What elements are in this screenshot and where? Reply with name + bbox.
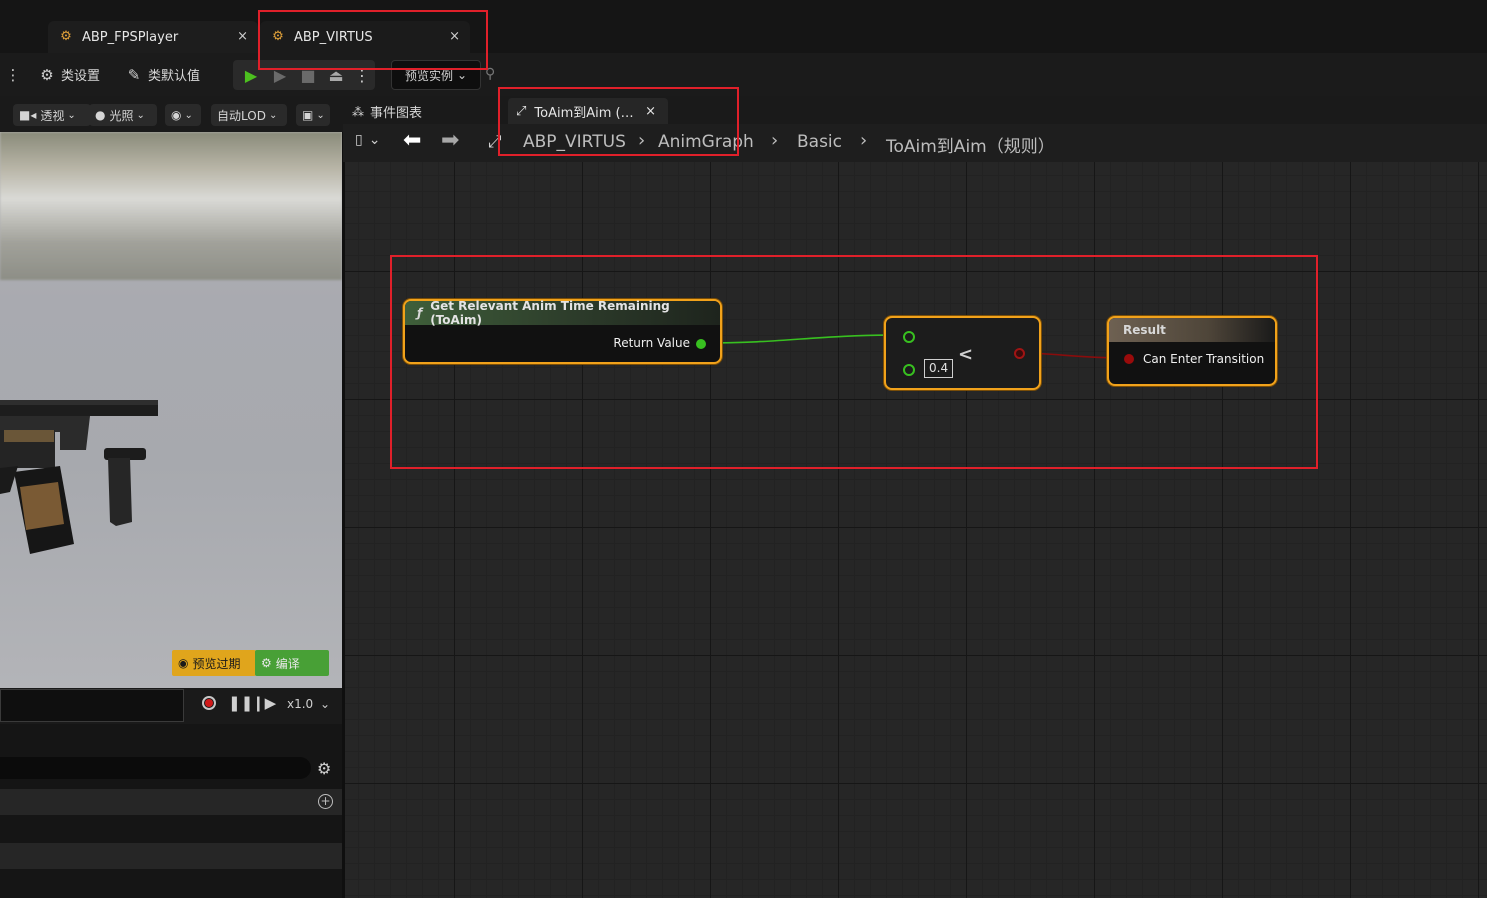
highlight-box <box>498 87 739 156</box>
timeline-scrubber[interactable] <box>0 689 184 722</box>
step-forward-icon[interactable]: ❙▶ <box>252 694 276 712</box>
chevron-down-icon: ⌄ <box>368 132 381 148</box>
add-icon[interactable]: + <box>318 794 333 809</box>
lighting-label: 光照 <box>109 108 134 123</box>
viewport-options-button[interactable]: ▣ ⌄ <box>296 104 330 126</box>
graph-icon: ⁂ <box>352 104 364 119</box>
forward-arrow-icon[interactable]: ➡ <box>441 128 459 153</box>
gear-icon: ⚙ <box>40 65 54 84</box>
bookmark-icon: ▯ <box>355 132 363 148</box>
record-button[interactable] <box>202 696 216 710</box>
toolbar-more-icon[interactable]: ⋮ <box>4 53 27 96</box>
record-icon <box>205 699 213 707</box>
lighting-button[interactable]: ● 光照 ⌄ <box>89 104 157 126</box>
perspective-label: 透视 <box>40 108 65 123</box>
back-arrow-icon[interactable]: ⬅ <box>403 128 421 153</box>
tab-label: ABP_FPSPlayer <box>82 29 179 45</box>
preview-viewport[interactable] <box>0 132 342 688</box>
speed-label: x1.0 <box>287 697 314 711</box>
chevron-down-icon: ⌄ <box>456 68 468 82</box>
anim-blueprint-icon: ⚙ <box>60 29 72 44</box>
lod-label: 自动LOD <box>217 108 266 123</box>
breadcrumb-item[interactable]: Basic <box>797 132 842 152</box>
chevron-down-icon: ⌄ <box>136 109 145 121</box>
preview-expired-badge: ◉ 预览过期 <box>172 650 256 676</box>
compile-button[interactable]: ⚙ 编译 <box>255 650 329 676</box>
perspective-button[interactable]: ■◂ 透视 ⌄ <box>13 104 91 126</box>
eye-icon: ◉ <box>171 108 182 122</box>
highlight-box <box>390 255 1318 469</box>
bookmark-dropdown[interactable]: ▯ ⌄ <box>355 132 380 148</box>
camera-icon: ■◂ <box>19 108 37 122</box>
lod-button[interactable]: 自动LOD ⌄ <box>211 104 287 126</box>
gear-icon: ⚙ <box>261 656 272 670</box>
class-settings-button[interactable]: ⚙ 类设置 <box>38 53 100 96</box>
settings-gear-icon[interactable]: ⚙ <box>317 759 331 778</box>
show-button[interactable]: ◉ ⌄ <box>165 104 201 126</box>
list-item[interactable] <box>0 843 342 869</box>
chevron-down-icon: ⌄ <box>184 109 193 121</box>
breadcrumb-item[interactable]: ToAim到Aim（规则） <box>886 132 1055 157</box>
class-defaults-button[interactable]: ✎ 类默认值 <box>125 53 200 96</box>
breadcrumb-separator-icon: › <box>771 130 779 151</box>
tab-event-graph-label: 事件图表 <box>370 106 423 121</box>
chevron-down-icon: ⌄ <box>316 109 325 121</box>
close-icon[interactable]: × <box>237 29 248 44</box>
edit-icon: ✎ <box>127 65 141 84</box>
preview-expired-label: 预览过期 <box>192 656 241 671</box>
chevron-down-icon: ⌄ <box>268 109 278 121</box>
search-input[interactable] <box>0 757 311 779</box>
playback-speed-dropdown[interactable]: x1.0 ⌄ <box>287 697 330 711</box>
image-icon: ▣ <box>302 108 314 122</box>
chevron-down-icon: ⌄ <box>67 109 76 121</box>
sphere-icon: ● <box>95 108 106 122</box>
tab-event-graph[interactable]: ⁂ 事件图表 <box>352 102 423 122</box>
breadcrumb-separator-icon: › <box>860 130 868 151</box>
pause-icon[interactable]: ❚❚ <box>228 694 253 712</box>
eye-icon: ◉ <box>178 656 189 670</box>
class-settings-label: 类设置 <box>61 69 101 84</box>
main-toolbar <box>0 53 1487 96</box>
class-defaults-label: 类默认值 <box>148 69 201 84</box>
list-item[interactable] <box>0 789 342 815</box>
tab-abp-fpsplayer[interactable]: ⚙ ABP_FPSPlayer × <box>48 21 258 53</box>
weapon-preview-image <box>0 400 158 554</box>
chevron-down-icon: ⌄ <box>320 697 331 711</box>
highlight-box <box>258 10 488 70</box>
compile-label: 编译 <box>275 656 300 671</box>
